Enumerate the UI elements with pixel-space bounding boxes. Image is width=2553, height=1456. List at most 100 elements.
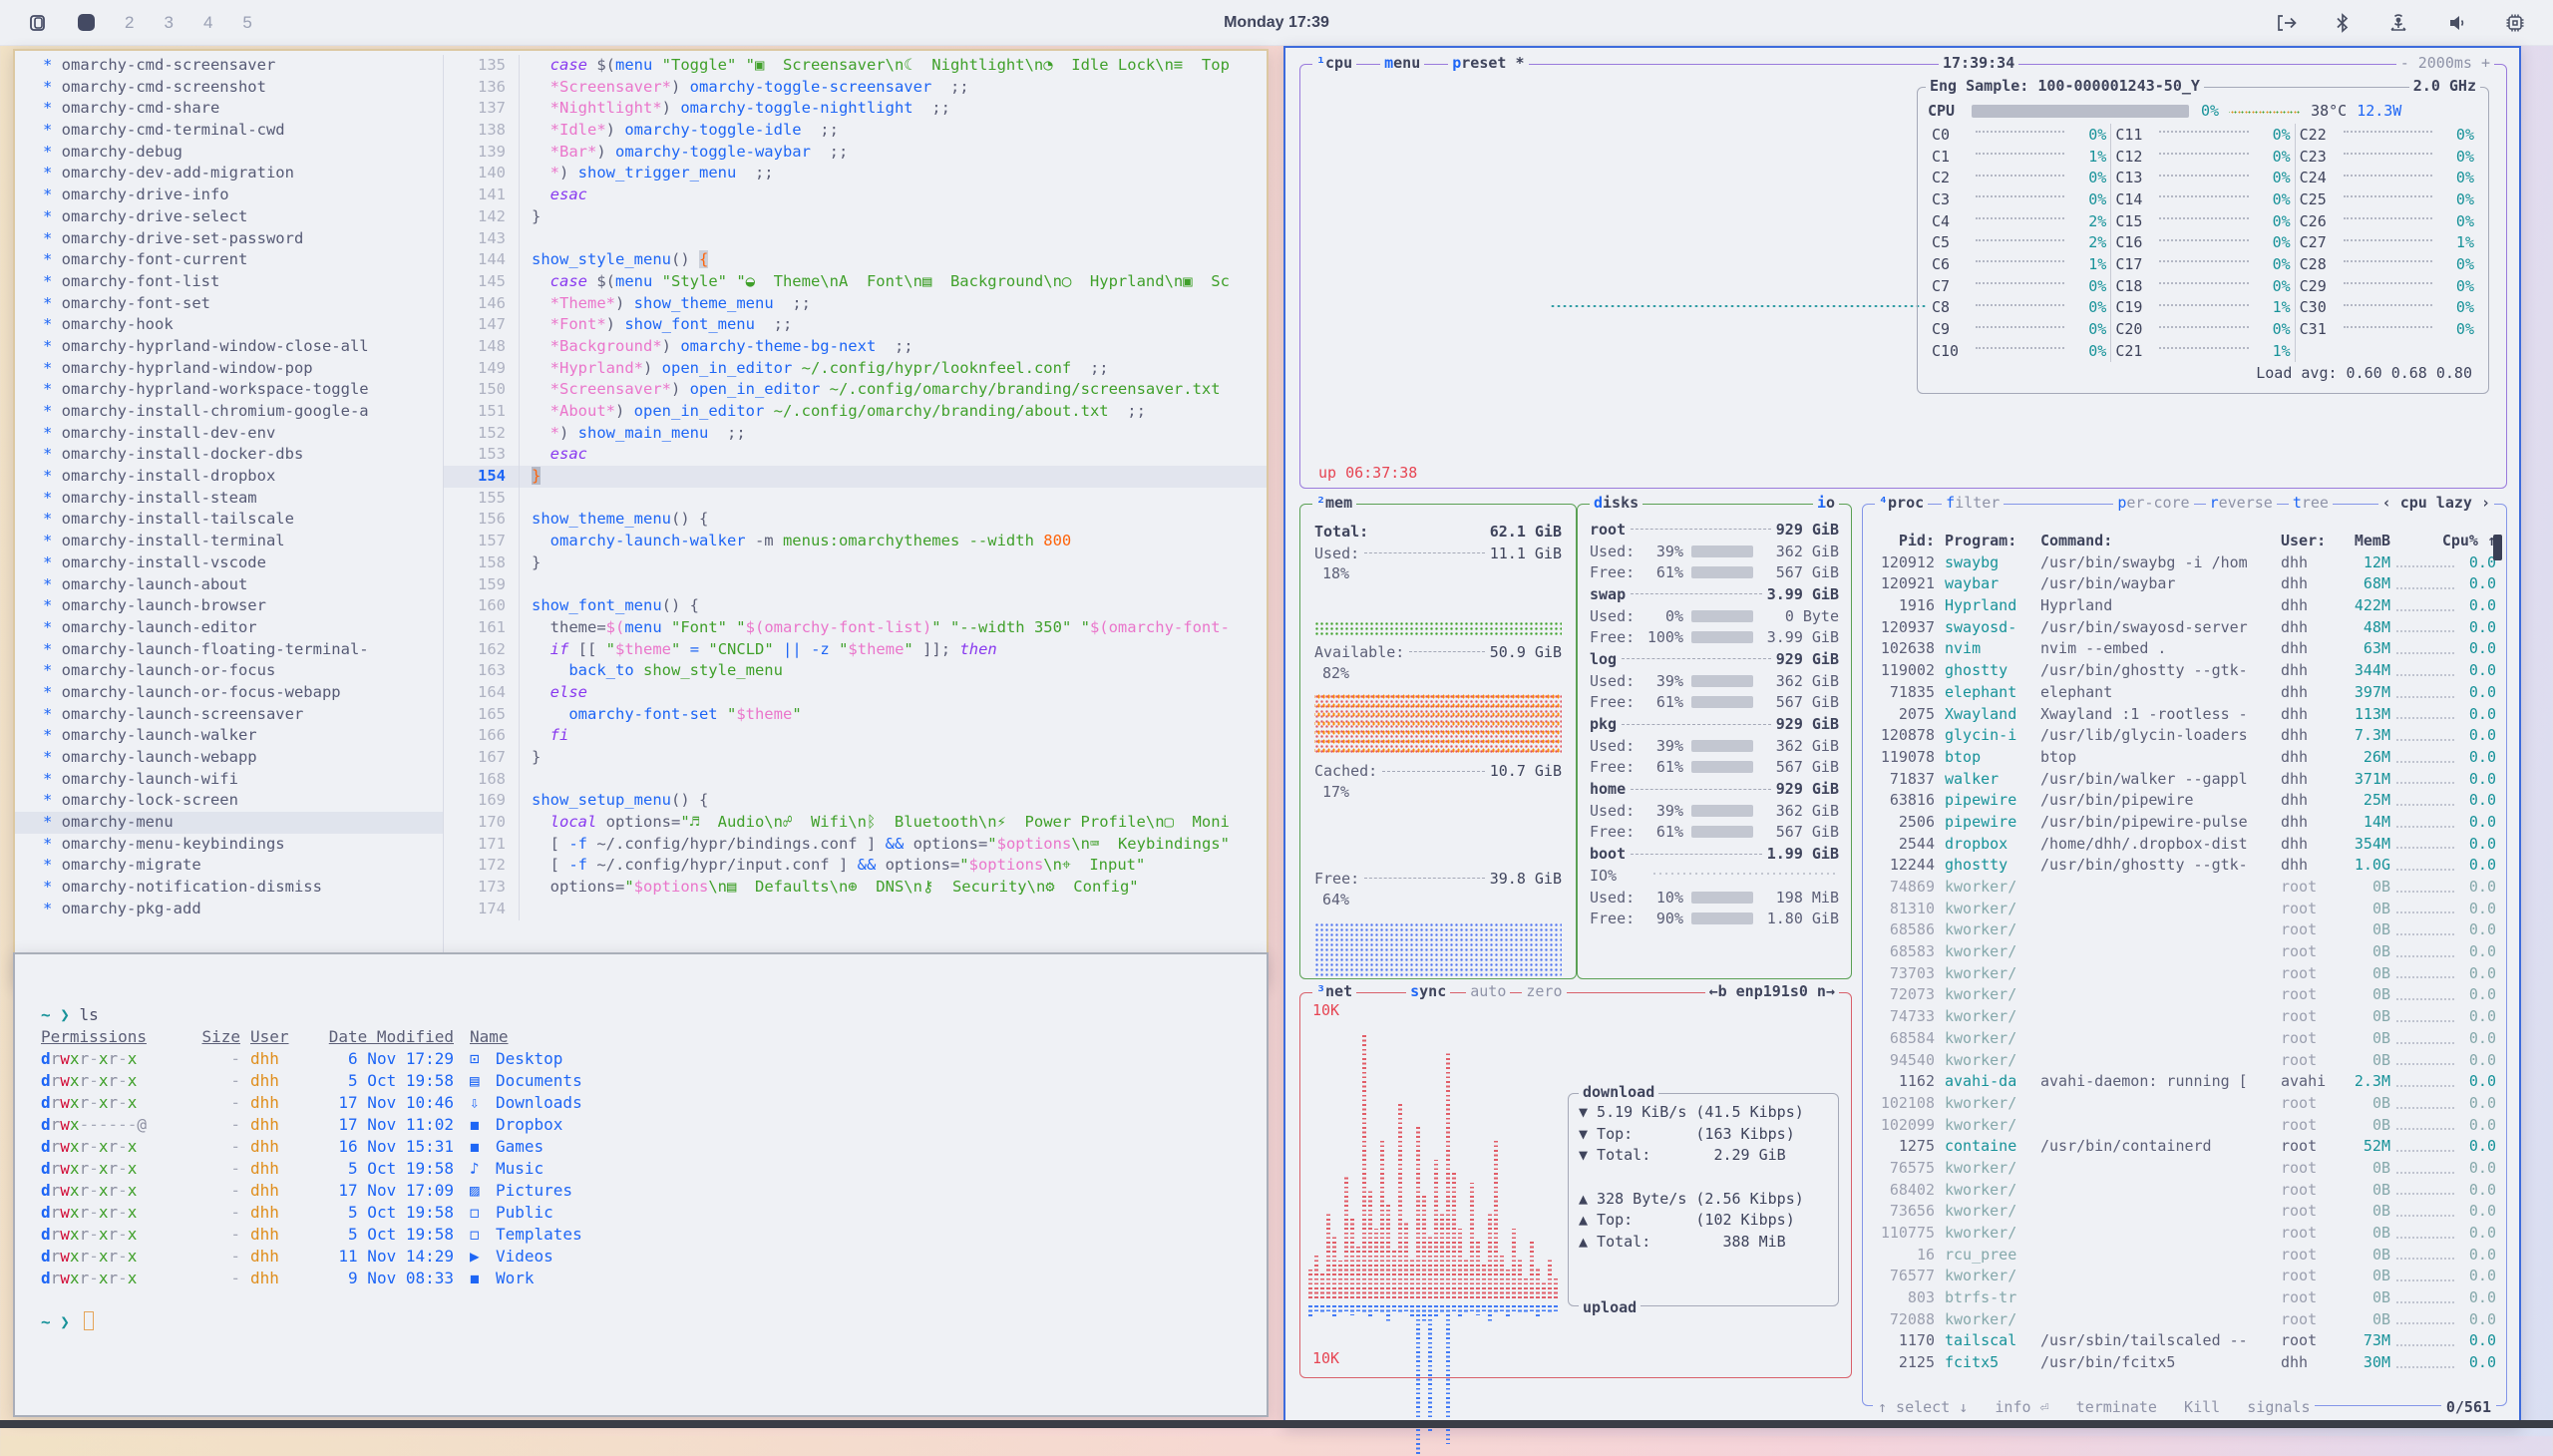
proc-header-row[interactable]: Pid: Program: Command: User: MemB Cpu% ↑: [1873, 531, 2496, 552]
proc-row[interactable]: 120878glycin-i/usr/lib/glycin-loadersdhh…: [1873, 725, 2496, 747]
code-line[interactable]: 171 [ -f ~/.config/hypr/bindings.conf ] …: [444, 834, 1267, 856]
proc-row[interactable]: 68402kworker/root0B0.0: [1873, 1180, 2496, 1202]
code-line[interactable]: 140 *) show_trigger_menu ;;: [444, 163, 1267, 184]
file-item[interactable]: * omarchy-cmd-screensaver: [15, 55, 443, 77]
proc-row[interactable]: 72088kworker/root0B0.0: [1873, 1309, 2496, 1331]
file-item[interactable]: * omarchy-font-list: [15, 271, 443, 293]
proc-row[interactable]: 76575kworker/root0B0.0: [1873, 1158, 2496, 1180]
btop-menu-button[interactable]: menu: [1380, 54, 1424, 72]
proc-row[interactable]: 1275containe/usr/bin/containerdroot52M0.…: [1873, 1136, 2496, 1158]
proc-row[interactable]: 120937swayosd-/usr/bin/swayosd-serverdhh…: [1873, 617, 2496, 639]
file-item[interactable]: * omarchy-hyprland-window-pop: [15, 358, 443, 380]
code-line[interactable]: 136 *Screensaver*) omarchy-toggle-screen…: [444, 77, 1267, 99]
proc-row[interactable]: 102099kworker/root0B0.0: [1873, 1115, 2496, 1137]
file-item[interactable]: * omarchy-launch-floating-terminal-: [15, 639, 443, 661]
proc-row[interactable]: 119078btopbtopdhh26M0.0: [1873, 747, 2496, 769]
proc-filter-button[interactable]: filter: [1942, 494, 2004, 512]
proc-row[interactable]: 68584kworker/root0B0.0: [1873, 1028, 2496, 1050]
file-item[interactable]: * omarchy-install-vscode: [15, 552, 443, 574]
proc-scrollbar[interactable]: [2493, 535, 2502, 1382]
code-line[interactable]: 142}: [444, 206, 1267, 228]
proc-row[interactable]: 94540kworker/root0B0.0: [1873, 1050, 2496, 1072]
prompt-line[interactable]: ~ ❯: [41, 1311, 1241, 1333]
code-line[interactable]: 173 options="$options\n▤ Defaults\n⊕ DNS…: [444, 877, 1267, 899]
code-line[interactable]: 162 if [[ "$theme" = "CNCLD" || -z "$the…: [444, 639, 1267, 661]
proc-row[interactable]: 1162avahi-daavahi-daemon: running [avahi…: [1873, 1071, 2496, 1093]
file-item[interactable]: * omarchy-launch-or-focus: [15, 660, 443, 682]
workspace-1-active[interactable]: [78, 14, 95, 31]
code-line[interactable]: 157 omarchy-launch-walker -m menus:omarc…: [444, 531, 1267, 552]
file-item[interactable]: * omarchy-launch-or-focus-webapp: [15, 682, 443, 704]
workspace-4[interactable]: 4: [203, 13, 212, 33]
code-line[interactable]: 148 *Background*) omarchy-theme-bg-next …: [444, 336, 1267, 358]
file-item[interactable]: * omarchy-notification-dismiss: [15, 877, 443, 899]
file-item[interactable]: * omarchy-cmd-screenshot: [15, 77, 443, 99]
code-line[interactable]: 145 case $(menu "Style" "◒ Theme\nA Font…: [444, 271, 1267, 293]
file-item[interactable]: * omarchy-launch-editor: [15, 617, 443, 639]
proc-row[interactable]: 110775kworker/root0B0.0: [1873, 1223, 2496, 1245]
net-box-title[interactable]: ³net: [1312, 982, 1356, 1000]
code-line[interactable]: 158}: [444, 552, 1267, 574]
proc-row[interactable]: 76577kworker/root0B0.0: [1873, 1266, 2496, 1287]
workspace-5[interactable]: 5: [242, 13, 251, 33]
proc-tree-button[interactable]: tree: [2289, 494, 2333, 512]
proc-row[interactable]: 803btrfs-trroot0B0.0: [1873, 1287, 2496, 1309]
code-line[interactable]: 165 omarchy-font-set "$theme": [444, 704, 1267, 726]
code-line[interactable]: 139 *Bar*) omarchy-toggle-waybar ;;: [444, 142, 1267, 164]
code-line[interactable]: 166 fi: [444, 725, 1267, 747]
code-line[interactable]: 137 *Nightlight*) omarchy-toggle-nightli…: [444, 98, 1267, 120]
cpu-box-title[interactable]: ¹cpu: [1312, 54, 1356, 72]
proc-row[interactable]: 2075XwaylandXwayland :1 -rootless -dhh11…: [1873, 704, 2496, 726]
file-item[interactable]: * omarchy-font-current: [15, 249, 443, 271]
file-item[interactable]: * omarchy-drive-info: [15, 184, 443, 206]
file-item[interactable]: * omarchy-pkg-add: [15, 899, 443, 920]
file-item[interactable]: * omarchy-cmd-terminal-cwd: [15, 120, 443, 142]
code-line[interactable]: 170 local options="♬ Audio\n☍ Wifi\nᛒ Bl…: [444, 812, 1267, 834]
proc-per-core-button[interactable]: per-core: [2113, 494, 2193, 512]
proc-row[interactable]: 81310kworker/root0B0.0: [1873, 899, 2496, 920]
code-line[interactable]: 174: [444, 899, 1267, 920]
proc-row[interactable]: 71837walker/usr/bin/walker --gappldhh371…: [1873, 769, 2496, 791]
disks-box-title[interactable]: disks: [1590, 494, 1642, 512]
code-line[interactable]: 155: [444, 488, 1267, 510]
file-item[interactable]: * omarchy-drive-set-password: [15, 228, 443, 250]
volume-icon[interactable]: [2447, 14, 2467, 32]
file-item[interactable]: * omarchy-hyprland-workspace-toggle: [15, 379, 443, 401]
code-line[interactable]: 141 esac: [444, 184, 1267, 206]
code-line[interactable]: 172 [ -f ~/.config/hypr/input.conf ] && …: [444, 855, 1267, 877]
proc-row[interactable]: 74733kworker/root0B0.0: [1873, 1006, 2496, 1028]
proc-row[interactable]: 102638nvimnvim --embed .dhh63M0.0: [1873, 638, 2496, 660]
btop-interval-control[interactable]: - 2000ms +: [2396, 54, 2494, 72]
proc-row[interactable]: 68583kworker/root0B0.0: [1873, 941, 2496, 963]
proc-row[interactable]: 2125fcitx5/usr/bin/fcitx5dhh30M0.0: [1873, 1352, 2496, 1370]
proc-row[interactable]: 73703kworker/root0B0.0: [1873, 963, 2496, 985]
workspace-2[interactable]: 2: [125, 13, 134, 33]
screen-share-icon[interactable]: [2276, 14, 2298, 32]
net-auto-button[interactable]: auto: [1466, 982, 1510, 1000]
proc-row[interactable]: 120921waybar/usr/bin/waybardhh68M0.0: [1873, 573, 2496, 595]
proc-row[interactable]: 102108kworker/root0B0.0: [1873, 1093, 2496, 1115]
net-interface[interactable]: ←b enp191s0 n→: [1705, 982, 1839, 1000]
network-broadcast-icon[interactable]: [2387, 13, 2409, 33]
disks-io-toggle[interactable]: io: [1813, 494, 1839, 512]
proc-row[interactable]: 74869kworker/root0B0.0: [1873, 877, 2496, 899]
file-item[interactable]: * omarchy-debug: [15, 142, 443, 164]
proc-row[interactable]: 120912swaybg/usr/bin/swaybg -i /homdhh12…: [1873, 552, 2496, 574]
proc-box-title[interactable]: ⁴proc: [1875, 494, 1928, 512]
file-item[interactable]: * omarchy-hyprland-window-close-all: [15, 336, 443, 358]
proc-row[interactable]: 119002ghostty/usr/bin/ghostty --gtk-dhh3…: [1873, 660, 2496, 682]
code-line[interactable]: 144show_style_menu() {: [444, 249, 1267, 271]
file-item[interactable]: * omarchy-install-chromium-google-a: [15, 401, 443, 423]
code-line[interactable]: 161 theme=$(menu "Font" "$(omarchy-font-…: [444, 617, 1267, 639]
net-zero-button[interactable]: zero: [1522, 982, 1566, 1000]
proc-row[interactable]: 73656kworker/root0B0.0: [1873, 1201, 2496, 1223]
proc-row[interactable]: 2506pipewire/usr/bin/pipewire-pulsedhh14…: [1873, 812, 2496, 834]
file-item[interactable]: * omarchy-dev-add-migration: [15, 163, 443, 184]
proc-row[interactable]: 12244ghostty/usr/bin/ghostty --gtk-dhh1.…: [1873, 855, 2496, 877]
code-line[interactable]: 168: [444, 769, 1267, 791]
code-line[interactable]: 146 *Theme*) show_theme_menu ;;: [444, 293, 1267, 315]
code-line[interactable]: 149 *Hyprland*) open_in_editor ~/.config…: [444, 358, 1267, 380]
btop-preset-button[interactable]: preset *: [1448, 54, 1528, 72]
file-item[interactable]: * omarchy-launch-wifi: [15, 769, 443, 791]
file-item[interactable]: * omarchy-migrate: [15, 855, 443, 877]
